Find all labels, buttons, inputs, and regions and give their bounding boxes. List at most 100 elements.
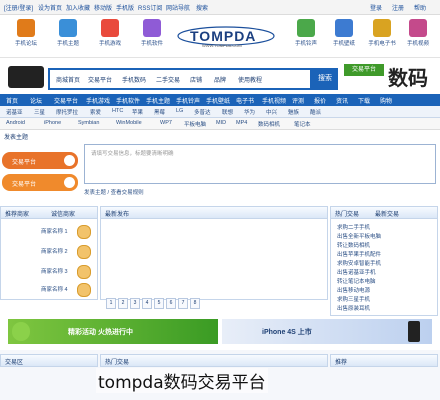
- hot-item[interactable]: 求购三星手机: [337, 295, 370, 303]
- nav-item[interactable]: 手机铃声: [176, 96, 200, 105]
- nav-item[interactable]: 交易平台: [54, 96, 78, 105]
- subnav-item[interactable]: 魅族: [288, 108, 299, 116]
- nav-item[interactable]: 手机主题: [146, 96, 170, 105]
- subnav-item[interactable]: 中兴: [266, 108, 277, 116]
- android-robot-icon: [12, 322, 30, 341]
- top-link-login[interactable]: 登录: [370, 3, 382, 12]
- page-button[interactable]: 8: [190, 298, 200, 309]
- page-button[interactable]: 6: [166, 298, 176, 309]
- left-panel-tab[interactable]: 推荐商家: [5, 209, 29, 218]
- page-button[interactable]: 2: [118, 298, 128, 309]
- subnav-item[interactable]: 黑莓: [154, 108, 165, 116]
- page-button[interactable]: 3: [130, 298, 140, 309]
- subnav-item[interactable]: WinMobile: [116, 120, 142, 126]
- header-link-game[interactable]: 手机游戏: [88, 19, 132, 55]
- left-merchant-panel: 推荐商家 诚信商家 商家名称 1 商家名称 2 商家名称 3 商家名称 4: [0, 206, 98, 300]
- subnav-item[interactable]: 笔记本: [294, 120, 311, 128]
- top-link-search[interactable]: 搜索: [196, 3, 208, 12]
- subnav-item[interactable]: 平板电脑: [184, 120, 206, 128]
- hot-item[interactable]: 转让数码相机: [337, 241, 370, 249]
- page-button[interactable]: 4: [142, 298, 152, 309]
- merchant-name[interactable]: 商家名称 4: [41, 285, 68, 293]
- subnav-item[interactable]: 华为: [244, 108, 255, 116]
- subnav-item[interactable]: 摩托罗拉: [56, 108, 78, 116]
- top-link-signup[interactable]: 注册: [392, 3, 404, 12]
- header-link-forum[interactable]: 手机论坛: [4, 19, 48, 55]
- search-tab[interactable]: 店铺: [190, 75, 202, 84]
- header-link-software[interactable]: 手机软件: [130, 19, 174, 55]
- page-button[interactable]: 7: [178, 298, 188, 309]
- subnav-item[interactable]: 多普达: [194, 108, 211, 116]
- nav-item[interactable]: 论坛: [30, 96, 42, 105]
- right-panel-tab[interactable]: 热门交易: [335, 209, 359, 218]
- search-tab[interactable]: 二手交易: [156, 75, 180, 84]
- page-button[interactable]: 5: [154, 298, 164, 309]
- merchant-avatar: [77, 265, 91, 279]
- top-link-rss[interactable]: RSS订阅: [138, 3, 162, 12]
- subnav-item[interactable]: 数码相机: [258, 120, 280, 128]
- search-tab[interactable]: 使用教程: [238, 75, 262, 84]
- top-link-favorite[interactable]: 加入收藏: [66, 3, 90, 12]
- hot-item[interactable]: 转让笔记本电脑: [337, 277, 376, 285]
- nav-item[interactable]: 资讯: [336, 96, 348, 105]
- left-panel-tab[interactable]: 诚信商家: [51, 209, 75, 218]
- top-link-help[interactable]: 帮助: [414, 3, 426, 12]
- subnav-item[interactable]: 索爱: [90, 108, 101, 116]
- header-link-video[interactable]: 手机视频: [396, 19, 440, 55]
- search-tab[interactable]: 手机数码: [122, 75, 146, 84]
- promo-banner-left[interactable]: 精彩活动 火热进行中: [8, 319, 218, 344]
- post-submit-link[interactable]: 发表主题 / 查看交易规则: [84, 188, 144, 196]
- subnav-item[interactable]: 三星: [34, 108, 45, 116]
- hot-item[interactable]: 出售苹果手机配件: [337, 250, 381, 258]
- nav-item[interactable]: 评测: [292, 96, 304, 105]
- hot-item[interactable]: 出售全新平板电脑: [337, 232, 381, 240]
- nav-item[interactable]: 购物: [380, 96, 392, 105]
- subnav-item[interactable]: 苹果: [132, 108, 143, 116]
- post-content-input[interactable]: 请填写交易信息，标题要清晰明确: [84, 144, 436, 184]
- subnav-item[interactable]: 酷派: [310, 108, 321, 116]
- page-button[interactable]: 1: [106, 298, 116, 309]
- search-tab[interactable]: 交易平台: [88, 75, 112, 84]
- hot-item[interactable]: 出售移动电源: [337, 286, 370, 294]
- top-link-wap[interactable]: 手机版: [116, 3, 134, 12]
- subnav-item[interactable]: MID: [216, 120, 226, 126]
- nav-item[interactable]: 手机软件: [116, 96, 140, 105]
- subnav-item[interactable]: WP7: [160, 120, 172, 126]
- subnav-item[interactable]: 联想: [222, 108, 233, 116]
- nav-item[interactable]: 下载: [358, 96, 370, 105]
- promo-banner-right[interactable]: iPhone 4S 上市: [222, 319, 432, 344]
- hot-item[interactable]: 求购安卓智能手机: [337, 259, 381, 267]
- hot-item[interactable]: 求购二手手机: [337, 223, 370, 231]
- merchant-name[interactable]: 商家名称 1: [41, 227, 68, 235]
- subnav-item[interactable]: Android: [6, 120, 25, 126]
- nav-item[interactable]: 首页: [6, 96, 18, 105]
- header-link-theme[interactable]: 手机主题: [46, 19, 90, 55]
- post-type-button-1[interactable]: 交易平台: [2, 152, 78, 169]
- site-logo[interactable]: TOMPDA WWW.TOMPDA.COM: [176, 25, 276, 49]
- search-tab[interactable]: 商城首页: [56, 75, 80, 84]
- subnav-item[interactable]: Symbian: [78, 120, 99, 126]
- hot-item[interactable]: 出售诺基亚手机: [337, 268, 376, 276]
- subnav-item[interactable]: HTC: [112, 108, 123, 114]
- top-link-mobile[interactable]: 移动版: [94, 3, 112, 12]
- subnav-item[interactable]: LG: [176, 108, 183, 114]
- hot-item[interactable]: 出售原装耳机: [337, 304, 370, 312]
- subnav-item[interactable]: MP4: [236, 120, 247, 126]
- search-button[interactable]: 搜索: [312, 68, 338, 90]
- subnav-item[interactable]: 诺基亚: [6, 108, 23, 116]
- nav-item[interactable]: 手机视频: [262, 96, 286, 105]
- nav-item[interactable]: 手机游戏: [86, 96, 110, 105]
- top-link-register[interactable]: [注册/登录]: [4, 3, 33, 12]
- nav-item[interactable]: 手机壁纸: [206, 96, 230, 105]
- subnav-item[interactable]: iPhone: [44, 120, 61, 126]
- header-link-label: 手机论坛: [14, 41, 37, 47]
- search-tab[interactable]: 品牌: [214, 75, 226, 84]
- post-type-button-2[interactable]: 交易平台: [2, 174, 78, 191]
- nav-item[interactable]: 电子书: [236, 96, 254, 105]
- top-link-homepage[interactable]: 设为首页: [38, 3, 62, 12]
- merchant-name[interactable]: 商家名称 2: [41, 247, 68, 255]
- right-panel-tab[interactable]: 最新交易: [375, 209, 399, 218]
- merchant-name[interactable]: 商家名称 3: [41, 267, 68, 275]
- nav-item[interactable]: 报价: [314, 96, 326, 105]
- top-link-sitemap[interactable]: 网站导航: [166, 3, 190, 12]
